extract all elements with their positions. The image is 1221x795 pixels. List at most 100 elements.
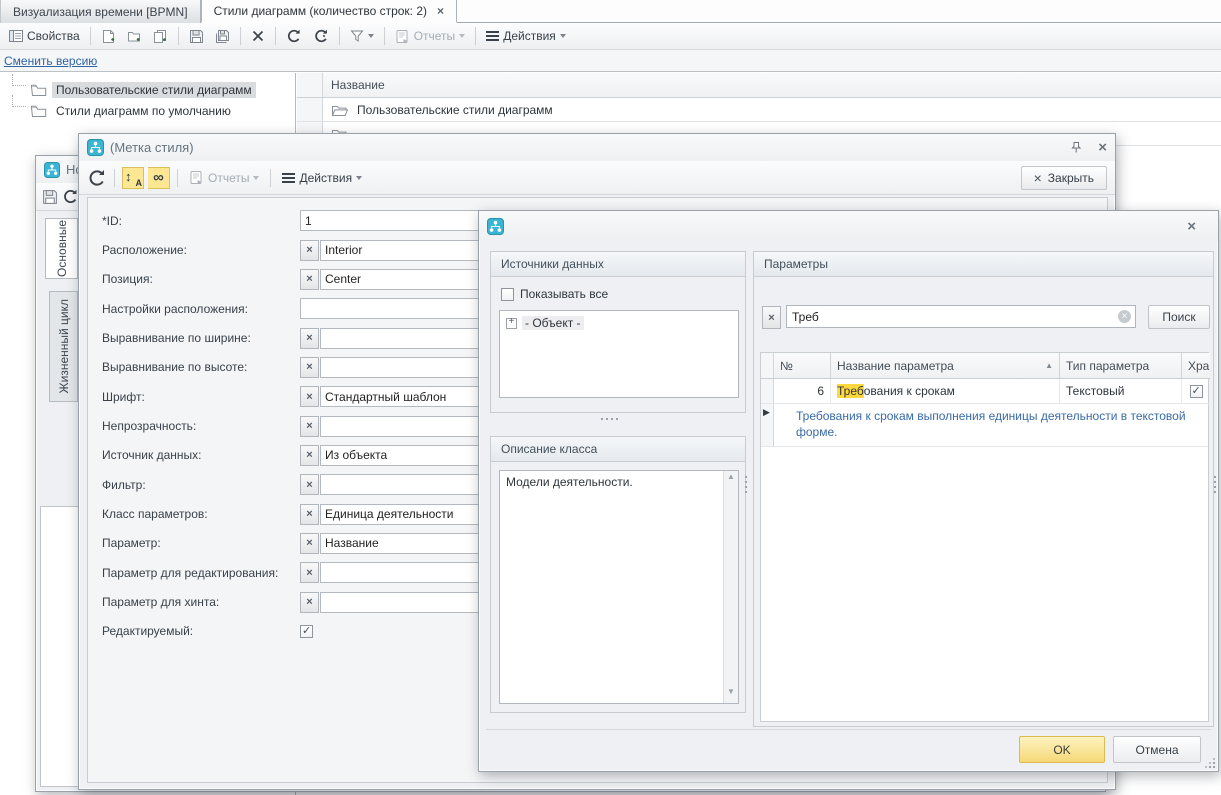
- close-icon[interactable]: [1187, 219, 1196, 234]
- grid-column-name[interactable]: Название: [323, 73, 385, 97]
- actions-button[interactable]: Действия: [278, 169, 366, 187]
- change-version-link[interactable]: Сменить версию: [4, 54, 97, 68]
- updown-text-icon: [126, 171, 140, 185]
- save-icon[interactable]: [42, 189, 58, 205]
- new-child-button[interactable]: [123, 27, 146, 46]
- clear-field-button[interactable]: [300, 416, 319, 437]
- splitter-grip[interactable]: [745, 476, 747, 493]
- scroll-down-icon[interactable]: [724, 687, 738, 702]
- tab-close-icon[interactable]: [437, 5, 444, 17]
- editor-client-area: [40, 506, 80, 787]
- dialog-titlebar[interactable]: (Метка стиля): [79, 134, 1115, 161]
- class-description-box: Модели деятельности.: [499, 470, 739, 704]
- expand-icon[interactable]: [506, 318, 517, 329]
- new-item-icon: [101, 29, 116, 44]
- undo-button[interactable]: [282, 26, 306, 46]
- editable-checkbox[interactable]: [300, 625, 313, 638]
- tree-item-object[interactable]: - Объект -: [500, 311, 738, 330]
- copy-item-button[interactable]: [149, 27, 172, 46]
- show-all-checkbox[interactable]: [501, 288, 514, 301]
- open-folder-icon: [331, 103, 349, 117]
- tree-item-label: Пользовательские стили диаграмм: [52, 82, 256, 98]
- main-toolbar: Свойства: [0, 23, 1221, 50]
- filter-button[interactable]: [346, 27, 378, 45]
- filter-icon: [350, 29, 364, 43]
- clear-field-button[interactable]: [300, 445, 319, 466]
- clear-field-button[interactable]: [300, 328, 319, 349]
- reports-button[interactable]: Отчеты: [185, 168, 263, 187]
- divider: [339, 27, 340, 45]
- clear-field-button[interactable]: [300, 269, 319, 290]
- refresh-icon[interactable]: [87, 168, 107, 188]
- search-clear-icon[interactable]: [1118, 310, 1131, 323]
- clear-field-button[interactable]: [300, 357, 319, 378]
- cell-stored: [1182, 379, 1210, 404]
- search-button[interactable]: Поиск: [1148, 305, 1210, 329]
- field-label: Непрозрачность:: [102, 419, 300, 433]
- tab-diagram-styles[interactable]: Стили диаграмм (количество строк: 2): [201, 0, 457, 23]
- close-dialog-button[interactable]: Закрыть: [1021, 166, 1107, 190]
- divider: [177, 169, 178, 187]
- clear-field-button[interactable]: [300, 386, 319, 407]
- clear-search-button[interactable]: [762, 306, 781, 329]
- new-child-icon: [127, 29, 142, 44]
- grid-row-selector[interactable]: [297, 98, 323, 121]
- field-label: Шрифт:: [102, 390, 300, 404]
- resize-grip[interactable]: [1205, 758, 1215, 768]
- properties-button[interactable]: Свойства: [5, 27, 84, 45]
- divider: [240, 27, 241, 45]
- row-selector-cell[interactable]: [761, 379, 774, 404]
- grid-row[interactable]: Пользовательские стили диаграмм: [297, 98, 1221, 122]
- tree-item-default-styles[interactable]: Стили диаграмм по умолчанию: [6, 100, 295, 121]
- link-toggle[interactable]: [148, 167, 170, 189]
- ok-button[interactable]: OK: [1019, 736, 1105, 763]
- new-item-button[interactable]: [97, 27, 120, 46]
- tab-label: Визуализация времени [BPMN]: [13, 5, 188, 19]
- stored-checkbox[interactable]: [1190, 385, 1203, 398]
- parameter-description-row[interactable]: Требования к срокам выполнения единицы д…: [761, 404, 1208, 447]
- clear-field-button[interactable]: [300, 592, 319, 613]
- column-stored[interactable]: Хра: [1182, 353, 1210, 379]
- show-all-row: Показывать все: [501, 287, 608, 301]
- text-fit-toggle[interactable]: [122, 167, 144, 189]
- grid-cell-name: Пользовательские стили диаграмм: [357, 103, 553, 117]
- scrollbar[interactable]: [723, 471, 738, 703]
- scroll-up-icon[interactable]: [724, 472, 738, 487]
- menu-icon: [282, 171, 295, 185]
- save-button[interactable]: [185, 27, 208, 46]
- redo-button[interactable]: [309, 26, 333, 46]
- row-selector-cell[interactable]: [761, 404, 774, 446]
- clear-field-button[interactable]: [300, 240, 319, 261]
- splitter-grip[interactable]: [1214, 476, 1216, 493]
- divider: [475, 27, 476, 45]
- clear-field-button[interactable]: [300, 504, 319, 525]
- tab-time-visualization[interactable]: Визуализация времени [BPMN]: [0, 0, 201, 23]
- document-tabbar: Визуализация времени [BPMN] Стили диагра…: [0, 0, 1221, 23]
- cancel-button[interactable]: Отмена: [1113, 736, 1201, 763]
- save-all-button[interactable]: [211, 27, 234, 46]
- reports-button[interactable]: Отчеты: [391, 27, 469, 46]
- tree-item-user-styles[interactable]: Пользовательские стили диаграмм: [6, 79, 295, 100]
- table-row[interactable]: 6 Требования к срокам Текстовый: [761, 379, 1208, 404]
- column-param-type[interactable]: Тип параметра: [1060, 353, 1182, 379]
- dialog-titlebar[interactable]: [479, 211, 1218, 241]
- divider: [384, 27, 385, 45]
- splitter-grip[interactable]: [601, 418, 618, 420]
- pin-icon[interactable]: [1070, 141, 1082, 154]
- delete-button[interactable]: [247, 27, 269, 45]
- field-label: Выравнивание по высоте:: [102, 360, 300, 374]
- field-label: Параметр для редактирования:: [102, 566, 300, 580]
- parameter-search-input[interactable]: [786, 305, 1136, 328]
- close-icon[interactable]: [1098, 140, 1107, 155]
- clear-field-button[interactable]: [300, 533, 319, 554]
- refresh-icon[interactable]: [62, 188, 79, 205]
- editor-tab-lifecycle[interactable]: Жизненный цикл: [49, 291, 78, 402]
- version-row: Сменить версию: [0, 50, 1221, 72]
- editor-tab-main[interactable]: Основные: [45, 218, 78, 279]
- clear-field-button[interactable]: [300, 474, 319, 495]
- column-param-name[interactable]: Название параметра: [831, 353, 1060, 379]
- column-number[interactable]: №: [774, 353, 831, 379]
- field-label: *ID:: [102, 214, 300, 228]
- actions-button[interactable]: Действия: [482, 27, 570, 45]
- clear-field-button[interactable]: [300, 562, 319, 583]
